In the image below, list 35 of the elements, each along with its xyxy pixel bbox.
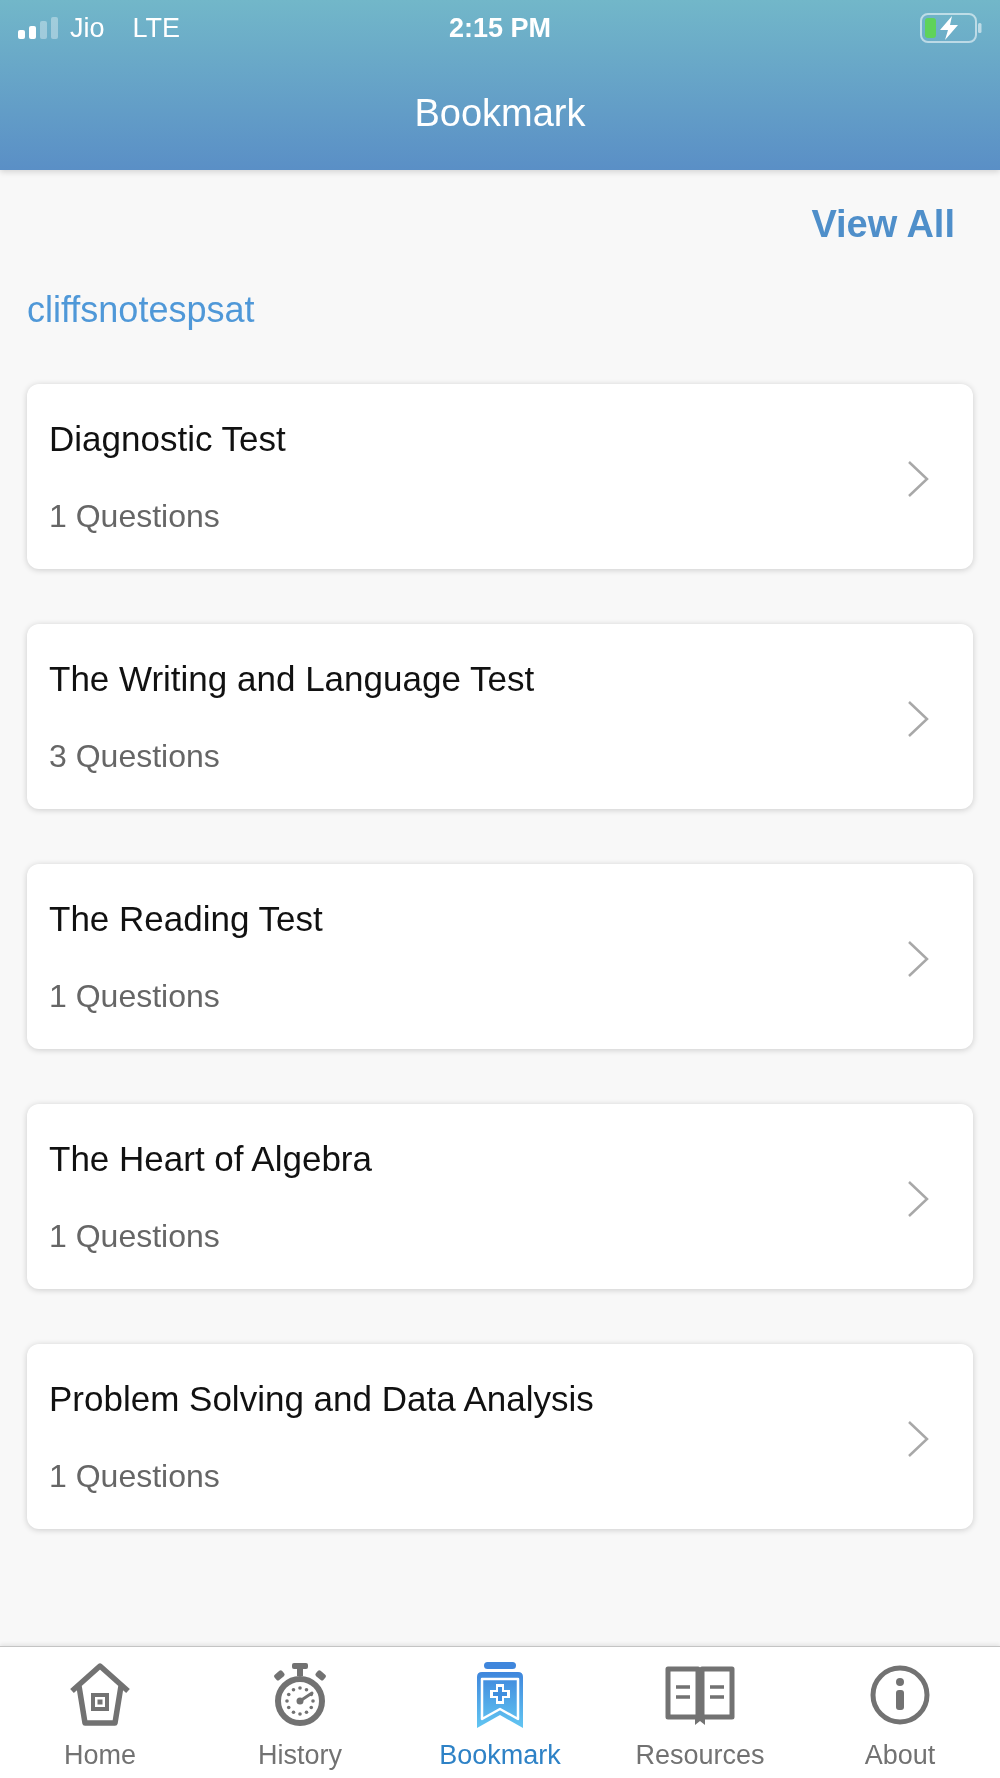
- bookmark-icon: [475, 1661, 525, 1729]
- network-label: LTE: [132, 12, 181, 44]
- question-count: 1 Questions: [49, 1456, 221, 1496]
- chevron-icon: [907, 1179, 929, 1218]
- bookmark-card[interactable]: The Heart of Algebra 1 Questions: [27, 1104, 973, 1289]
- chevron-icon: [907, 459, 929, 498]
- question-count: 1 Questions: [49, 976, 221, 1016]
- question-count: 1 Questions: [49, 1216, 221, 1256]
- view-all-link[interactable]: View All: [811, 200, 955, 248]
- chevron-icon: [907, 1419, 929, 1458]
- card-title: Diagnostic Test: [49, 417, 286, 460]
- card-title: The Writing and Language Test: [49, 657, 535, 700]
- tab-button[interactable]: About: [800, 1647, 1000, 1778]
- tab-button[interactable]: Bookmark: [400, 1647, 600, 1778]
- tab-button[interactable]: History: [200, 1647, 400, 1778]
- chevron-icon: [907, 699, 929, 738]
- bookmark-card[interactable]: Problem Solving and Data Analysis 1 Questions: [27, 1344, 973, 1529]
- card-title: The Reading Test: [49, 897, 323, 940]
- card-title: The Heart of Algebra: [49, 1137, 372, 1180]
- page-title: Bookmark: [414, 91, 586, 135]
- house-icon: [68, 1661, 132, 1729]
- battery-icon: [920, 13, 982, 43]
- section-title: cliffsnotespsat: [27, 288, 256, 332]
- bookmark-card[interactable]: The Writing and Language Test 3 Questions: [27, 624, 973, 809]
- question-count: 3 Questions: [49, 736, 221, 776]
- tab-button[interactable]: Home: [0, 1647, 200, 1778]
- status-time: 2:15 PM: [449, 12, 551, 44]
- chevron-icon: [907, 939, 929, 978]
- carrier-label: Jio: [70, 12, 105, 44]
- question-count: 1 Questions: [49, 496, 221, 536]
- card-title: Problem Solving and Data Analysis: [49, 1377, 594, 1420]
- tab-button[interactable]: Resources: [600, 1647, 800, 1778]
- signal-icon: [18, 17, 58, 39]
- bookmark-card[interactable]: Diagnostic Test 1 Questions: [27, 384, 973, 569]
- bookmark-card[interactable]: The Reading Test 1 Questions: [27, 864, 973, 1049]
